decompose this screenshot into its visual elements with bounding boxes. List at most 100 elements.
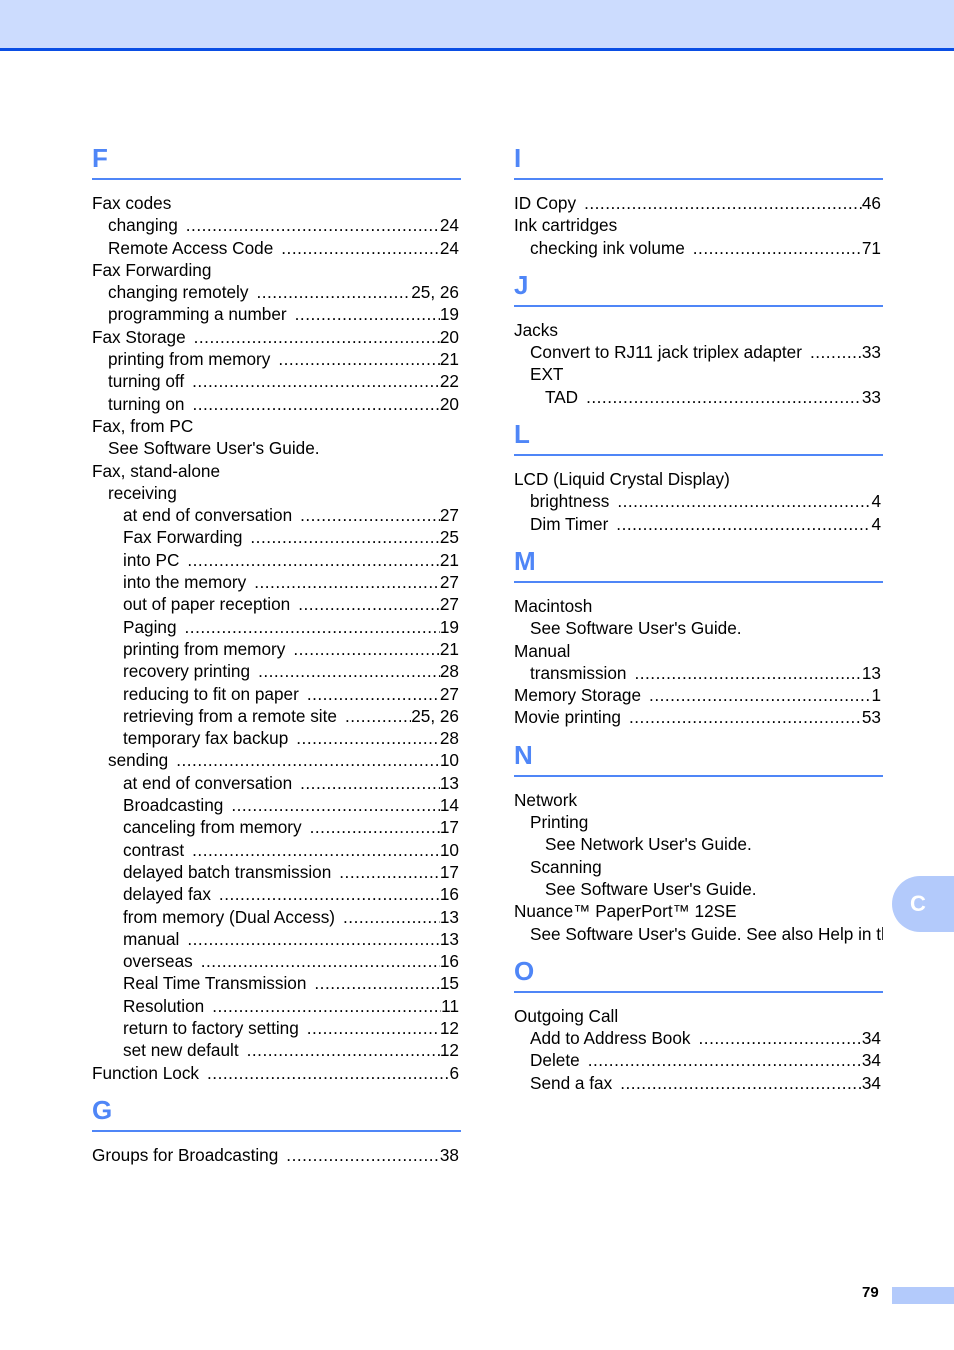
index-entry[interactable]: Fax Storage 20 [92,326,461,348]
index-entry[interactable]: temporary fax backup 28 [92,727,461,749]
entry-page-ref[interactable]: 17 [440,861,461,883]
index-entry[interactable]: Dim Timer 4 [514,513,883,535]
entry-page-ref[interactable]: 34 [862,1072,883,1094]
index-entry[interactable]: Broadcasting 14 [92,794,461,816]
index-entry[interactable]: overseas 16 [92,950,461,972]
index-entry[interactable]: ID Copy 46 [514,192,883,214]
entry-page-ref[interactable]: 15 [440,972,461,994]
entry-page-ref[interactable]: 21 [440,638,461,660]
chapter-tab[interactable]: C [892,876,954,932]
index-entry[interactable]: Fax Forwarding 25 [92,526,461,548]
entry-page-ref[interactable]: 4 [871,513,883,535]
index-entry[interactable]: Function Lock 6 [92,1062,461,1084]
index-entry[interactable]: Add to Address Book 34 [514,1027,883,1049]
index-entry[interactable]: transmission 13 [514,662,883,684]
entry-page-ref[interactable]: 1 [871,684,883,706]
index-entry[interactable]: contrast 10 [92,839,461,861]
entry-page-ref[interactable]: 6 [449,1062,461,1084]
entry-page-ref[interactable]: 12 [440,1039,461,1061]
entry-page-ref[interactable]: 28 [440,660,461,682]
entry-page-ref[interactable]: 24 [440,237,461,259]
entry-page-ref[interactable]: 13 [440,928,461,950]
entry-page-ref[interactable]: 16 [440,950,461,972]
entry-page-ref[interactable]: 27 [440,571,461,593]
index-entry[interactable]: Send a fax 34 [514,1072,883,1094]
index-entry[interactable]: printing from memory 21 [92,638,461,660]
entry-page-ref[interactable]: 10 [440,749,461,771]
entry-page-ref[interactable]: 20 [440,326,461,348]
entry-page-ref[interactable]: 25, 26 [411,281,461,303]
entry-page-ref[interactable]: 11 [441,995,461,1017]
dot-leader [199,1062,449,1084]
index-entry[interactable]: changing remotely 25, 26 [92,281,461,303]
entry-page-ref[interactable]: 34 [862,1049,883,1071]
entry-page-ref[interactable]: 24 [440,214,461,236]
index-entry[interactable]: manual 13 [92,928,461,950]
index-entry[interactable]: retrieving from a remote site 25, 26 [92,705,461,727]
index-entry[interactable]: into the memory 27 [92,571,461,593]
index-entry[interactable]: brightness 4 [514,490,883,512]
index-entry[interactable]: reducing to fit on paper 27 [92,683,461,705]
entry-page-ref[interactable]: 34 [862,1027,883,1049]
index-entry[interactable]: delayed fax 16 [92,883,461,905]
entry-page-ref[interactable]: 22 [440,370,461,392]
entry-page-ref[interactable]: 38 [440,1144,461,1166]
index-entry[interactable]: Resolution 11 [92,995,461,1017]
entry-page-ref[interactable]: 14 [440,794,461,816]
entry-page-ref[interactable]: 33 [862,386,883,408]
entry-page-ref[interactable]: 16 [440,883,461,905]
entry-page-ref[interactable]: 4 [871,490,883,512]
entry-page-ref[interactable]: 13 [862,662,883,684]
entry-page-ref[interactable]: 25, 26 [411,705,461,727]
index-entry[interactable]: checking ink volume 71 [514,237,883,259]
entry-page-ref[interactable]: 19 [440,303,461,325]
index-entry[interactable]: printing from memory 21 [92,348,461,370]
index-entry[interactable]: Remote Access Code 24 [92,237,461,259]
index-entry[interactable]: return to factory setting 12 [92,1017,461,1039]
entry-page-ref[interactable]: 13 [440,772,461,794]
index-entry[interactable]: from memory (Dual Access) 13 [92,906,461,928]
entry-page-ref[interactable]: 19 [440,616,461,638]
index-entry[interactable]: recovery printing 28 [92,660,461,682]
index-entry[interactable]: turning on 20 [92,393,461,415]
index-entry[interactable]: out of paper reception 27 [92,593,461,615]
entry-page-ref[interactable]: 13 [440,906,461,928]
entry-page-ref[interactable]: 20 [440,393,461,415]
index-entry[interactable]: delayed batch transmission 17 [92,861,461,883]
index-entry[interactable]: changing 24 [92,214,461,236]
index-entry[interactable]: turning off 22 [92,370,461,392]
entry-page-ref[interactable]: 21 [440,549,461,571]
index-entry[interactable]: Delete 34 [514,1049,883,1071]
entry-term: Function Lock [92,1062,200,1083]
index-entry[interactable]: sending 10 [92,749,461,771]
index-entry[interactable]: programming a number 19 [92,303,461,325]
index-entry[interactable]: at end of conversation 13 [92,772,461,794]
index-entry[interactable]: Memory Storage 1 [514,684,883,706]
entry-term: changing [108,215,178,236]
index-entry[interactable]: at end of conversation 27 [92,504,461,526]
index-entry[interactable]: Convert to RJ11 jack triplex adapter 33 [514,341,883,363]
entry-page-ref[interactable]: 12 [440,1017,461,1039]
entry-page-ref[interactable]: 28 [440,727,461,749]
index-entry[interactable]: TAD 33 [514,386,883,408]
index-entry[interactable]: into PC 21 [92,549,461,571]
entry-page-ref[interactable]: 33 [862,341,883,363]
entry-page-ref[interactable]: 27 [440,504,461,526]
section-letter: J [514,269,529,300]
entry-term: overseas [123,951,193,972]
index-entry[interactable]: set new default 12 [92,1039,461,1061]
entry-page-ref[interactable]: 53 [862,706,883,728]
entry-page-ref[interactable]: 17 [440,816,461,838]
entry-page-ref[interactable]: 10 [440,839,461,861]
index-entry[interactable]: Groups for Broadcasting 38 [92,1144,461,1166]
entry-page-ref[interactable]: 27 [440,593,461,615]
index-entry[interactable]: Paging 19 [92,616,461,638]
entry-page-ref[interactable]: 27 [440,683,461,705]
index-entry[interactable]: canceling from memory 17 [92,816,461,838]
index-entry[interactable]: Real Time Transmission 15 [92,972,461,994]
entry-page-ref[interactable]: 25 [440,526,461,548]
entry-page-ref[interactable]: 46 [862,192,883,214]
index-entry[interactable]: Movie printing 53 [514,706,883,728]
entry-page-ref[interactable]: 21 [440,348,461,370]
entry-page-ref[interactable]: 71 [862,237,883,259]
